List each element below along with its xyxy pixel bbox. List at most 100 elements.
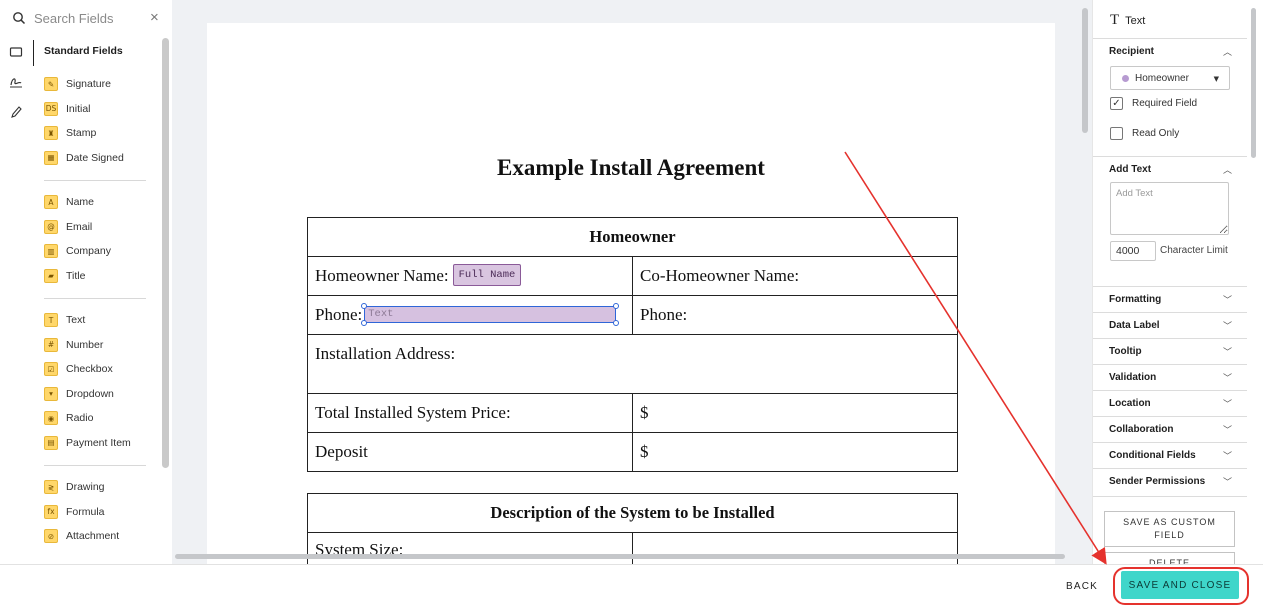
field-list: Standard Fields ✎ Signature DS Initial ♜ St… <box>44 38 156 549</box>
chevron-down-icon: ﹀ <box>1222 477 1232 488</box>
chevron-down-icon: ﹀ <box>1222 321 1232 332</box>
field-item-text[interactable]: T Text <box>44 308 156 333</box>
field-item-email[interactable]: @ Email <box>44 215 156 240</box>
data-label-section-toggle[interactable]: Data Label ﹀ <box>1093 312 1247 338</box>
save-and-close-button[interactable]: SAVE AND CLOSE <box>1121 571 1239 599</box>
text-field-tag-selected[interactable]: Text <box>361 302 620 326</box>
full-name-field-tag[interactable]: Full Name <box>452 264 522 287</box>
location-section-toggle[interactable]: Location ﹀ <box>1093 390 1247 416</box>
text-type-icon: T <box>1110 12 1120 28</box>
title-icon: ▰ <box>44 268 58 283</box>
section-label: Sender Permissions <box>1109 475 1206 487</box>
canvas-vertical-scrollbar[interactable] <box>1082 8 1088 133</box>
clear-search-icon[interactable]: × <box>150 9 159 26</box>
table-header: Description of the System to be Installe… <box>307 493 958 533</box>
field-item-payment-item[interactable]: ▤ Payment Item <box>44 431 156 456</box>
standard-fields-heading: Standard Fields <box>44 45 123 57</box>
required-field-label: Required Field <box>1132 98 1198 109</box>
initial-icon: DS <box>44 101 58 116</box>
field-item-radio[interactable]: ◉ Radio <box>44 406 156 431</box>
field-label: Formula <box>66 505 105 518</box>
field-item-initial[interactable]: DS Initial <box>44 97 156 122</box>
field-item-dropdown[interactable]: ▾ Dropdown <box>44 382 156 407</box>
phone-label-2: Phone: <box>640 305 688 324</box>
field-label: Company <box>66 245 111 258</box>
field-properties-panel: T Text Recipient ︿ Homeowner ▼ ✓ Required … <box>1092 0 1247 564</box>
resize-handle[interactable] <box>613 302 620 309</box>
required-field-checkbox[interactable]: ✓ Required Field <box>1110 97 1197 110</box>
table-cell: Total Installed System Price: <box>307 393 633 433</box>
properties-scrollbar[interactable] <box>1251 8 1256 158</box>
collaboration-section-toggle[interactable]: Collaboration ﹀ <box>1093 416 1247 442</box>
homeowner-table: Homeowner Homeowner Name: Full Name Co-Ho… <box>307 217 958 472</box>
recipient-heading: Recipient <box>1109 45 1155 57</box>
attachment-icon: ⊘ <box>44 529 58 544</box>
add-text-textarea[interactable] <box>1110 182 1229 235</box>
field-label: Stamp <box>66 127 97 140</box>
search-fields-input[interactable] <box>34 8 144 28</box>
field-item-name[interactable]: A Name <box>44 190 156 215</box>
canvas-horizontal-scrollbar[interactable] <box>175 554 1065 559</box>
validation-section-toggle[interactable]: Validation ﹀ <box>1093 364 1247 390</box>
field-item-drawing[interactable]: ≷ Drawing <box>44 475 156 500</box>
co-homeowner-name-label: Co-Homeowner Name: <box>640 266 800 285</box>
field-label: Signature <box>66 78 111 91</box>
resize-handle[interactable] <box>613 319 620 326</box>
add-text-section-toggle[interactable]: Add Text ︿ <box>1093 156 1247 182</box>
read-only-checkbox[interactable]: Read Only <box>1110 127 1179 140</box>
tooltip-section-toggle[interactable]: Tooltip ﹀ <box>1093 338 1247 364</box>
payment-item-icon: ▤ <box>44 435 58 450</box>
checkbox-icon: ☑ <box>44 362 58 377</box>
field-label: Number <box>66 338 104 351</box>
field-item-checkbox[interactable]: ☑ Checkbox <box>44 357 156 382</box>
conditional-fields-section-toggle[interactable]: Conditional Fields ﹀ <box>1093 442 1247 468</box>
checkbox-checked-icon: ✓ <box>1110 97 1123 110</box>
table-cell <box>632 532 958 564</box>
square-icon[interactable] <box>8 44 24 60</box>
installation-address-label: Installation Address: <box>315 344 456 363</box>
section-label: Tooltip <box>1109 345 1142 357</box>
checkbox-unchecked-icon <box>1110 127 1123 140</box>
field-item-date-signed[interactable]: ▦ Date Signed <box>44 146 156 171</box>
email-icon: @ <box>44 219 58 234</box>
section-label: Validation <box>1109 371 1157 383</box>
field-label: Date Signed <box>66 151 124 164</box>
field-list-scrollbar[interactable] <box>162 38 169 468</box>
field-item-attachment[interactable]: ⊘ Attachment <box>44 524 156 549</box>
chevron-up-icon: ︿ <box>1222 47 1232 58</box>
company-icon: ▥ <box>44 244 58 259</box>
character-limit-input[interactable] <box>1110 241 1156 261</box>
field-item-company[interactable]: ▥ Company <box>44 239 156 264</box>
section-label: Formatting <box>1109 293 1162 305</box>
resize-handle[interactable] <box>361 319 368 326</box>
formula-icon: fx <box>44 504 58 519</box>
table-header: Homeowner <box>307 217 958 257</box>
recipient-select[interactable]: Homeowner ▼ <box>1110 66 1230 90</box>
field-label: Name <box>66 196 95 209</box>
pen-icon[interactable] <box>8 104 24 120</box>
search-bar: × <box>0 0 172 36</box>
field-item-title[interactable]: ▰ Title <box>44 264 156 289</box>
sender-permissions-section-toggle[interactable]: Sender Permissions ﹀ <box>1093 468 1247 494</box>
field-item-formula[interactable]: fx Formula <box>44 500 156 525</box>
field-label: Attachment <box>66 530 120 543</box>
field-label: Email <box>66 220 93 233</box>
formatting-section-toggle[interactable]: Formatting ﹀ <box>1093 286 1247 312</box>
save-as-custom-field-button[interactable]: SAVE AS CUSTOM FIELD <box>1104 511 1235 547</box>
field-type-label: Text <box>1125 14 1146 27</box>
dropdown-icon: ▾ <box>44 386 58 401</box>
field-palette-panel: × Standard Fields ✎ Signature DS Initial ♜… <box>0 0 172 564</box>
delete-button[interactable]: DELETE <box>1104 552 1235 564</box>
field-item-number[interactable]: # Number <box>44 333 156 358</box>
active-tool-indicator <box>33 40 34 66</box>
chevron-down-icon: ﹀ <box>1222 295 1232 306</box>
signature-tool-icon[interactable] <box>8 74 24 90</box>
field-item-stamp[interactable]: ♜ Stamp <box>44 121 156 146</box>
field-label: Initial <box>66 102 91 115</box>
group-divider <box>44 298 146 299</box>
recipient-section-toggle[interactable]: Recipient ︿ <box>1093 38 1247 64</box>
back-button[interactable]: BACK <box>1060 573 1104 599</box>
add-text-heading: Add Text <box>1109 163 1152 175</box>
resize-handle[interactable] <box>361 302 368 309</box>
field-item-signature[interactable]: ✎ Signature <box>44 72 156 97</box>
